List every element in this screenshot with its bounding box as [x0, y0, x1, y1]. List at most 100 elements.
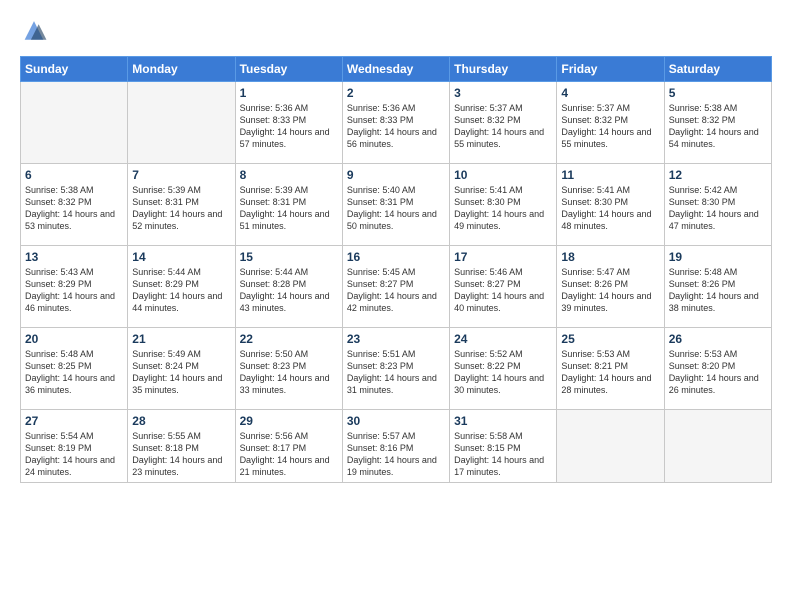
- calendar-cell: 21 Sunrise: 5:49 AM Sunset: 8:24 PM Dayli…: [128, 328, 235, 410]
- week-row-4: 20Sunrise: 5:48 AM Sunset: 8:25 PM Dayli…: [21, 328, 772, 410]
- day-number: 28: [132, 414, 230, 428]
- calendar-cell: 29 Sunrise: 5:56 AM Sunset: 8:17 PM Dayli…: [235, 410, 342, 483]
- day-number: 1: [240, 86, 338, 100]
- day-number: 18: [561, 250, 659, 264]
- calendar-cell: 5 Sunrise: 5:38 AM Sunset: 8:32 PM Daylig…: [664, 82, 771, 164]
- calendar-cell: [128, 82, 235, 164]
- day-info: Sunrise: 5:45 AM Sunset: 8:27 PM Dayligh…: [347, 266, 445, 315]
- day-info: Sunrise: 5:39 AM Sunset: 8:31 PM Dayligh…: [240, 184, 338, 233]
- day-number: 24: [454, 332, 552, 346]
- day-number: 14: [132, 250, 230, 264]
- day-info: Sunrise: 5:50 AM Sunset: 8:23 PM Dayligh…: [240, 348, 338, 397]
- day-number: 4: [561, 86, 659, 100]
- day-number: 10: [454, 168, 552, 182]
- day-number: 12: [669, 168, 767, 182]
- weekday-header-row: SundayMondayTuesdayWednesdayThursdayFrid…: [21, 57, 772, 82]
- header: [20, 18, 772, 46]
- day-info: Sunrise: 5:54 AM Sunset: 8:19 PM Dayligh…: [25, 430, 123, 479]
- calendar-cell: 14 Sunrise: 5:44 AM Sunset: 8:29 PM Dayli…: [128, 246, 235, 328]
- day-number: 7: [132, 168, 230, 182]
- day-number: 17: [454, 250, 552, 264]
- day-info: Sunrise: 5:48 AM Sunset: 8:26 PM Dayligh…: [669, 266, 767, 315]
- day-info: Sunrise: 5:52 AM Sunset: 8:22 PM Dayligh…: [454, 348, 552, 397]
- calendar-cell: 9 Sunrise: 5:40 AM Sunset: 8:31 PM Daylig…: [342, 164, 449, 246]
- day-info: Sunrise: 5:38 AM Sunset: 8:32 PM Dayligh…: [25, 184, 123, 233]
- day-number: 13: [25, 250, 123, 264]
- day-info: Sunrise: 5:44 AM Sunset: 8:29 PM Dayligh…: [132, 266, 230, 315]
- calendar-cell: 11Sunrise: 5:41 AM Sunset: 8:30 PM Dayli…: [557, 164, 664, 246]
- day-number: 2: [347, 86, 445, 100]
- day-number: 16: [347, 250, 445, 264]
- calendar-cell: 13Sunrise: 5:43 AM Sunset: 8:29 PM Dayli…: [21, 246, 128, 328]
- calendar-cell: [21, 82, 128, 164]
- day-number: 21: [132, 332, 230, 346]
- day-number: 22: [240, 332, 338, 346]
- weekday-header-thursday: Thursday: [450, 57, 557, 82]
- day-info: Sunrise: 5:53 AM Sunset: 8:21 PM Dayligh…: [561, 348, 659, 397]
- day-number: 25: [561, 332, 659, 346]
- day-number: 20: [25, 332, 123, 346]
- day-info: Sunrise: 5:41 AM Sunset: 8:30 PM Dayligh…: [561, 184, 659, 233]
- week-row-3: 13Sunrise: 5:43 AM Sunset: 8:29 PM Dayli…: [21, 246, 772, 328]
- day-number: 19: [669, 250, 767, 264]
- day-number: 15: [240, 250, 338, 264]
- day-info: Sunrise: 5:44 AM Sunset: 8:28 PM Dayligh…: [240, 266, 338, 315]
- calendar-cell: 3 Sunrise: 5:37 AM Sunset: 8:32 PM Daylig…: [450, 82, 557, 164]
- calendar-cell: 25 Sunrise: 5:53 AM Sunset: 8:21 PM Dayli…: [557, 328, 664, 410]
- day-number: 8: [240, 168, 338, 182]
- calendar-cell: [664, 410, 771, 483]
- calendar-cell: 31Sunrise: 5:58 AM Sunset: 8:15 PM Dayli…: [450, 410, 557, 483]
- day-info: Sunrise: 5:55 AM Sunset: 8:18 PM Dayligh…: [132, 430, 230, 479]
- day-info: Sunrise: 5:53 AM Sunset: 8:20 PM Dayligh…: [669, 348, 767, 397]
- day-number: 3: [454, 86, 552, 100]
- weekday-header-monday: Monday: [128, 57, 235, 82]
- day-info: Sunrise: 5:46 AM Sunset: 8:27 PM Dayligh…: [454, 266, 552, 315]
- calendar-cell: 4 Sunrise: 5:37 AM Sunset: 8:32 PM Daylig…: [557, 82, 664, 164]
- day-number: 26: [669, 332, 767, 346]
- calendar-cell: 15 Sunrise: 5:44 AM Sunset: 8:28 PM Dayli…: [235, 246, 342, 328]
- calendar-cell: 26 Sunrise: 5:53 AM Sunset: 8:20 PM Dayli…: [664, 328, 771, 410]
- weekday-header-wednesday: Wednesday: [342, 57, 449, 82]
- day-info: Sunrise: 5:40 AM Sunset: 8:31 PM Dayligh…: [347, 184, 445, 233]
- week-row-2: 6 Sunrise: 5:38 AM Sunset: 8:32 PM Daylig…: [21, 164, 772, 246]
- day-number: 31: [454, 414, 552, 428]
- weekday-header-tuesday: Tuesday: [235, 57, 342, 82]
- calendar-cell: 16 Sunrise: 5:45 AM Sunset: 8:27 PM Dayli…: [342, 246, 449, 328]
- day-number: 30: [347, 414, 445, 428]
- calendar-cell: [557, 410, 664, 483]
- calendar-cell: 18Sunrise: 5:47 AM Sunset: 8:26 PM Dayli…: [557, 246, 664, 328]
- week-row-5: 27 Sunrise: 5:54 AM Sunset: 8:19 PM Dayli…: [21, 410, 772, 483]
- day-info: Sunrise: 5:38 AM Sunset: 8:32 PM Dayligh…: [669, 102, 767, 151]
- calendar-cell: 10 Sunrise: 5:41 AM Sunset: 8:30 PM Dayli…: [450, 164, 557, 246]
- calendar-cell: 7 Sunrise: 5:39 AM Sunset: 8:31 PM Daylig…: [128, 164, 235, 246]
- calendar-cell: 6 Sunrise: 5:38 AM Sunset: 8:32 PM Daylig…: [21, 164, 128, 246]
- day-number: 23: [347, 332, 445, 346]
- calendar-cell: 24 Sunrise: 5:52 AM Sunset: 8:22 PM Dayli…: [450, 328, 557, 410]
- logo-icon: [20, 18, 48, 46]
- weekday-header-friday: Friday: [557, 57, 664, 82]
- calendar-cell: 20Sunrise: 5:48 AM Sunset: 8:25 PM Dayli…: [21, 328, 128, 410]
- calendar-cell: 12Sunrise: 5:42 AM Sunset: 8:30 PM Dayli…: [664, 164, 771, 246]
- weekday-header-sunday: Sunday: [21, 57, 128, 82]
- day-info: Sunrise: 5:57 AM Sunset: 8:16 PM Dayligh…: [347, 430, 445, 479]
- calendar-cell: 30 Sunrise: 5:57 AM Sunset: 8:16 PM Dayli…: [342, 410, 449, 483]
- day-number: 29: [240, 414, 338, 428]
- day-number: 6: [25, 168, 123, 182]
- calendar-cell: 19 Sunrise: 5:48 AM Sunset: 8:26 PM Dayli…: [664, 246, 771, 328]
- calendar-cell: 2 Sunrise: 5:36 AM Sunset: 8:33 PM Daylig…: [342, 82, 449, 164]
- calendar-cell: 23Sunrise: 5:51 AM Sunset: 8:23 PM Dayli…: [342, 328, 449, 410]
- day-info: Sunrise: 5:49 AM Sunset: 8:24 PM Dayligh…: [132, 348, 230, 397]
- day-info: Sunrise: 5:36 AM Sunset: 8:33 PM Dayligh…: [240, 102, 338, 151]
- day-number: 5: [669, 86, 767, 100]
- weekday-header-saturday: Saturday: [664, 57, 771, 82]
- day-info: Sunrise: 5:37 AM Sunset: 8:32 PM Dayligh…: [561, 102, 659, 151]
- day-number: 9: [347, 168, 445, 182]
- day-number: 27: [25, 414, 123, 428]
- calendar-cell: 28 Sunrise: 5:55 AM Sunset: 8:18 PM Dayli…: [128, 410, 235, 483]
- day-info: Sunrise: 5:56 AM Sunset: 8:17 PM Dayligh…: [240, 430, 338, 479]
- day-info: Sunrise: 5:39 AM Sunset: 8:31 PM Dayligh…: [132, 184, 230, 233]
- day-info: Sunrise: 5:37 AM Sunset: 8:32 PM Dayligh…: [454, 102, 552, 151]
- week-row-1: 1 Sunrise: 5:36 AM Sunset: 8:33 PM Daylig…: [21, 82, 772, 164]
- day-info: Sunrise: 5:41 AM Sunset: 8:30 PM Dayligh…: [454, 184, 552, 233]
- day-info: Sunrise: 5:36 AM Sunset: 8:33 PM Dayligh…: [347, 102, 445, 151]
